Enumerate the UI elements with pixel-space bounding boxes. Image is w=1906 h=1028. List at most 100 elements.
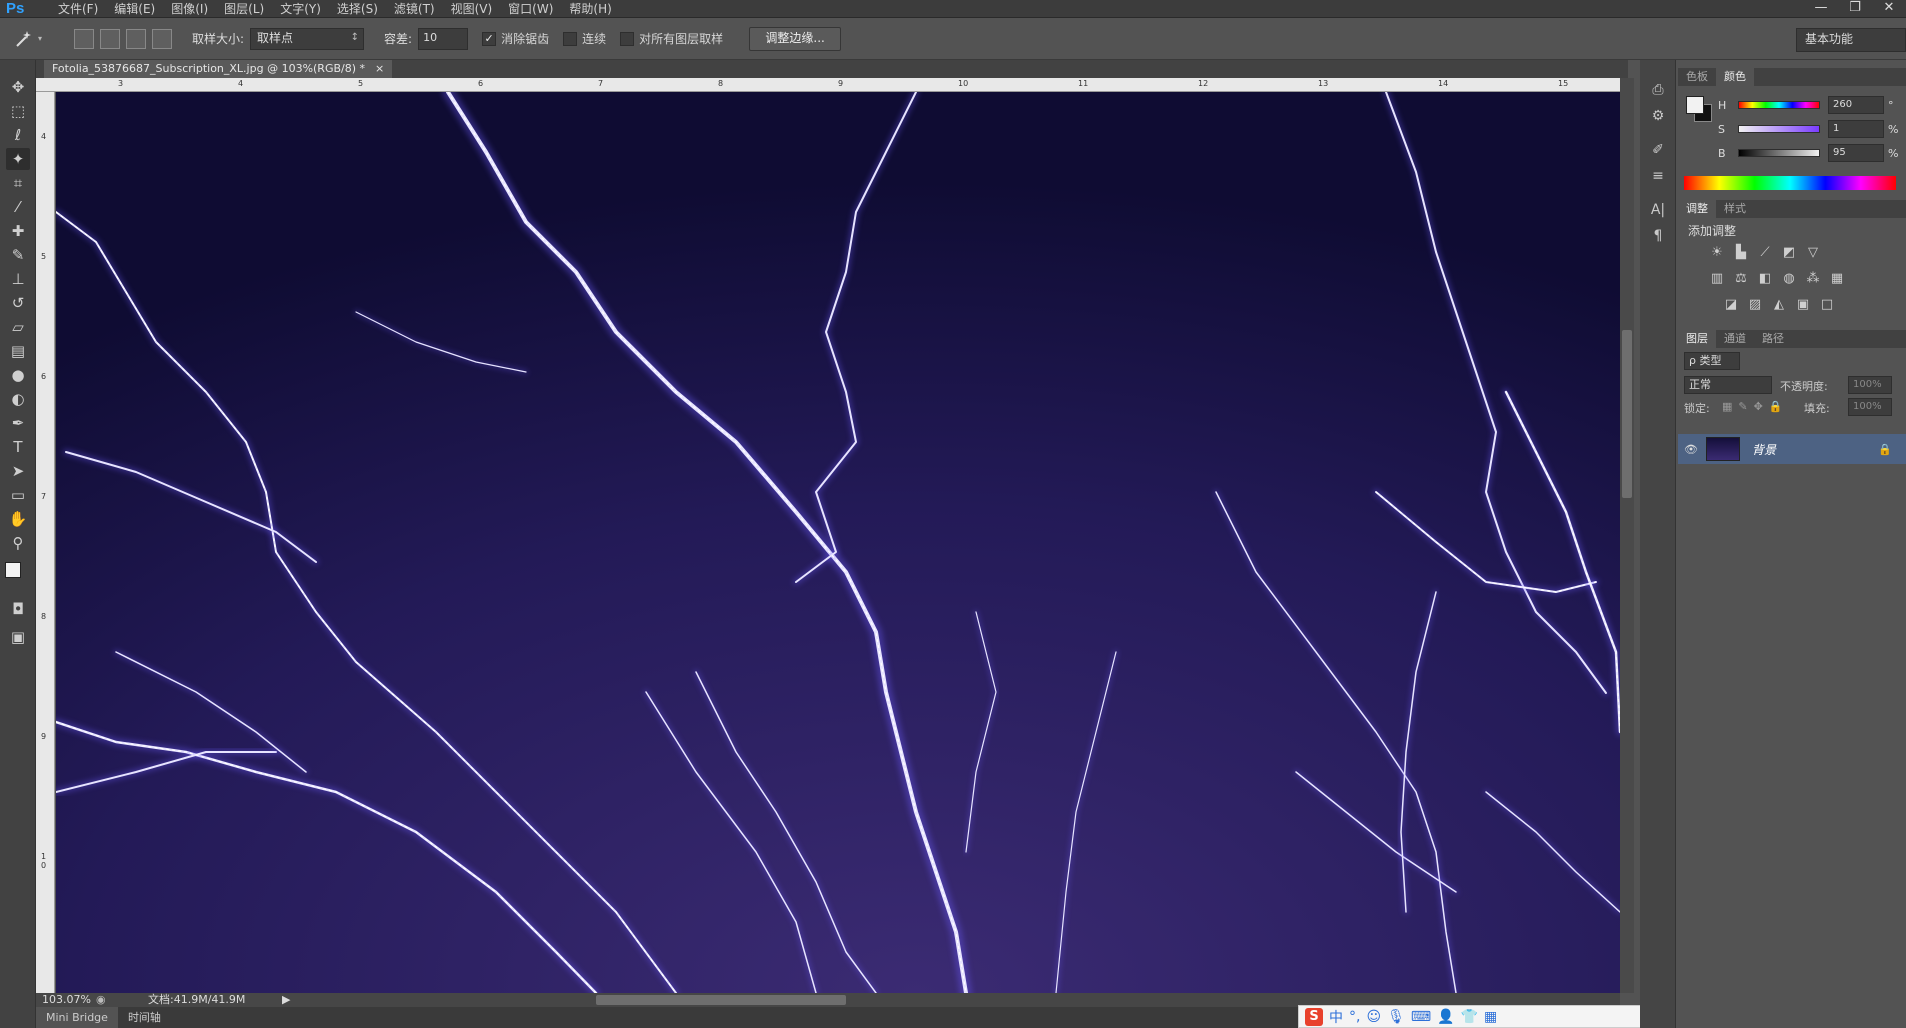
color-foreground-swatch[interactable] bbox=[1686, 96, 1704, 114]
menu-image[interactable]: 图像(I) bbox=[163, 0, 216, 18]
intersect-selection-button[interactable] bbox=[152, 28, 172, 49]
lasso-tool-icon[interactable]: ℓ bbox=[6, 124, 30, 146]
contiguous-option[interactable]: 连续 bbox=[563, 30, 606, 47]
status-info-icon[interactable]: ◉ bbox=[96, 993, 106, 1007]
properties-panel-icon[interactable]: ⚙ bbox=[1648, 106, 1668, 126]
horizontal-scroll-thumb[interactable] bbox=[596, 995, 846, 1005]
layer-row[interactable]: 👁 背景 🔒 bbox=[1678, 434, 1906, 464]
tab-adjustments[interactable]: 调整 bbox=[1678, 200, 1716, 218]
vertical-scrollbar[interactable] bbox=[1620, 78, 1634, 993]
brightness-value[interactable]: 95 bbox=[1828, 144, 1884, 162]
exposure-icon[interactable]: ◩ bbox=[1780, 244, 1798, 262]
tab-swatches[interactable]: 色板 bbox=[1678, 68, 1716, 86]
ime-mode[interactable]: 中 bbox=[1329, 1007, 1343, 1027]
close-button[interactable]: ✕ bbox=[1872, 0, 1906, 18]
brightness-contrast-icon[interactable]: ☀ bbox=[1708, 244, 1726, 262]
history-brush-tool-icon[interactable]: ↺ bbox=[6, 292, 30, 314]
menu-type[interactable]: 文字(Y) bbox=[272, 0, 329, 18]
brightness-slider[interactable] bbox=[1738, 149, 1820, 157]
restore-button[interactable]: ❐ bbox=[1838, 0, 1872, 18]
gradient-tool-icon[interactable]: ▤ bbox=[6, 340, 30, 362]
menu-edit[interactable]: 编辑(E) bbox=[106, 0, 163, 18]
tool-preset-picker[interactable]: ▾ bbox=[14, 26, 54, 52]
subtract-from-selection-button[interactable] bbox=[126, 28, 146, 49]
black-white-icon[interactable]: ◧ bbox=[1756, 270, 1774, 288]
brush-tool-icon[interactable]: ✎ bbox=[6, 244, 30, 266]
type-tool-icon[interactable]: T bbox=[6, 436, 30, 458]
tab-layers[interactable]: 图层 bbox=[1678, 330, 1716, 348]
screen-mode-icon[interactable]: ▣ bbox=[6, 626, 30, 648]
close-document-icon[interactable]: × bbox=[375, 60, 384, 78]
tab-timeline[interactable]: 时间轴 bbox=[118, 1007, 171, 1028]
emoji-icon[interactable]: ☺ bbox=[1366, 1009, 1381, 1025]
tab-channels[interactable]: 通道 bbox=[1716, 330, 1754, 348]
shape-tool-icon[interactable]: ▭ bbox=[6, 484, 30, 506]
eraser-tool-icon[interactable]: ▱ bbox=[6, 316, 30, 338]
invert-icon[interactable]: ◪ bbox=[1722, 296, 1740, 314]
color-spectrum-bar[interactable] bbox=[1684, 176, 1896, 190]
photo-filter-icon[interactable]: ◍ bbox=[1780, 270, 1798, 288]
document-tab[interactable]: Fotolia_53876687_Subscription_XL.jpg @ 1… bbox=[44, 60, 393, 78]
color-lookup-icon[interactable]: ▦ bbox=[1828, 270, 1846, 288]
user-icon[interactable]: 👤 bbox=[1437, 1009, 1454, 1025]
sample-all-layers-checkbox[interactable] bbox=[620, 31, 635, 46]
foreground-color-swatch[interactable] bbox=[5, 562, 21, 578]
quick-mask-icon[interactable]: ◘ bbox=[6, 598, 30, 620]
status-menu-arrow-icon[interactable]: ▶ bbox=[282, 993, 290, 1007]
brush-panel-icon[interactable]: ✐ bbox=[1648, 140, 1668, 160]
vertical-scroll-thumb[interactable] bbox=[1622, 330, 1632, 498]
healing-brush-tool-icon[interactable]: ✚ bbox=[6, 220, 30, 242]
skin-icon[interactable]: 👕 bbox=[1461, 1009, 1478, 1025]
tab-mini-bridge[interactable]: Mini Bridge bbox=[36, 1007, 118, 1028]
path-selection-tool-icon[interactable]: ➤ bbox=[6, 460, 30, 482]
contiguous-checkbox[interactable] bbox=[563, 31, 578, 46]
zoom-level[interactable]: 103.07% bbox=[42, 993, 91, 1007]
crop-tool-icon[interactable]: ⌗ bbox=[6, 172, 30, 194]
menu-view[interactable]: 视图(V) bbox=[443, 0, 501, 18]
opacity-value[interactable]: 100% bbox=[1848, 376, 1892, 394]
curves-icon[interactable]: ⟋ bbox=[1756, 244, 1774, 262]
magic-wand-tool-icon[interactable]: ✦ bbox=[6, 148, 30, 170]
tolerance-input[interactable]: 10 bbox=[418, 27, 469, 50]
refine-edge-button[interactable]: 调整边缘... bbox=[749, 26, 842, 51]
sample-all-layers-option[interactable]: 对所有图层取样 bbox=[620, 30, 723, 47]
add-to-selection-button[interactable] bbox=[100, 28, 120, 49]
brush-presets-icon[interactable]: ≡ bbox=[1648, 166, 1668, 186]
history-panel-icon[interactable]: ⎙ bbox=[1648, 80, 1668, 100]
posterize-icon[interactable]: ▨ bbox=[1746, 296, 1764, 314]
punctuation-icon[interactable]: °, bbox=[1349, 1009, 1360, 1025]
lock-icons[interactable]: ▦✎✥🔒 bbox=[1722, 400, 1789, 413]
clone-stamp-tool-icon[interactable]: ⊥ bbox=[6, 268, 30, 290]
marquee-tool-icon[interactable]: ⬚ bbox=[6, 100, 30, 122]
document-canvas[interactable] bbox=[56, 92, 1620, 993]
menu-window[interactable]: 窗口(W) bbox=[500, 0, 561, 18]
menu-filter[interactable]: 滤镜(T) bbox=[386, 0, 443, 18]
menu-layer[interactable]: 图层(L) bbox=[216, 0, 272, 18]
color-balance-icon[interactable]: ⚖ bbox=[1732, 270, 1750, 288]
paragraph-panel-icon[interactable]: ¶ bbox=[1648, 226, 1668, 246]
menu-select[interactable]: 选择(S) bbox=[329, 0, 386, 18]
move-tool-icon[interactable]: ✥ bbox=[6, 76, 30, 98]
fill-value[interactable]: 100% bbox=[1848, 398, 1892, 416]
hue-saturation-icon[interactable]: ▥ bbox=[1708, 270, 1726, 288]
zoom-tool-icon[interactable]: ⚲ bbox=[6, 532, 30, 554]
hue-slider[interactable] bbox=[1738, 101, 1820, 109]
workspace-select[interactable]: 基本功能 bbox=[1796, 28, 1906, 52]
levels-icon[interactable]: ▙ bbox=[1732, 244, 1750, 262]
hue-value[interactable]: 260 bbox=[1828, 96, 1884, 114]
minimize-button[interactable]: — bbox=[1804, 0, 1838, 18]
antialias-option[interactable]: ✓ 消除锯齿 bbox=[482, 30, 549, 47]
hand-tool-icon[interactable]: ✋ bbox=[6, 508, 30, 530]
sample-size-select[interactable]: 取样点 bbox=[250, 27, 365, 50]
character-panel-icon[interactable]: A| bbox=[1648, 200, 1668, 220]
new-selection-button[interactable] bbox=[74, 28, 94, 49]
antialias-checkbox[interactable]: ✓ bbox=[482, 31, 497, 46]
visibility-eye-icon[interactable]: 👁 bbox=[1678, 443, 1704, 456]
blend-mode-select[interactable]: 正常 bbox=[1684, 376, 1772, 394]
tab-paths[interactable]: 路径 bbox=[1754, 330, 1792, 348]
vibrance-icon[interactable]: ▽ bbox=[1804, 244, 1822, 262]
pen-tool-icon[interactable]: ✒ bbox=[6, 412, 30, 434]
saturation-value[interactable]: 1 bbox=[1828, 120, 1884, 138]
layer-name[interactable]: 背景 bbox=[1752, 441, 1776, 458]
selective-color-icon[interactable]: □ bbox=[1818, 296, 1836, 314]
